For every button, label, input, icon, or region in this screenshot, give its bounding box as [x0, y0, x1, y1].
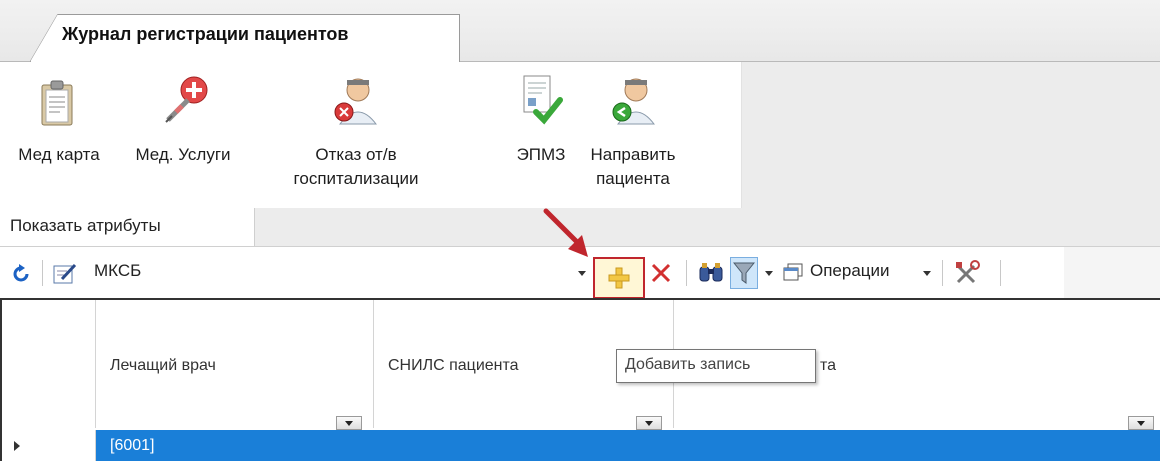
operations-icon [783, 263, 803, 281]
column-header-label: Лечащий врач [110, 357, 216, 374]
annotation-arrow [543, 208, 588, 257]
grid-row-header-column [2, 300, 96, 428]
doctor-cancel-icon [334, 78, 378, 125]
medical-services-label: Мед. Услуги [135, 145, 231, 164]
toolbar-separator [1000, 260, 1001, 286]
edit-icon[interactable] [52, 261, 78, 285]
toolbar-separator [942, 260, 943, 286]
refuse-hospitalization-label-1: Отказ от/в [315, 145, 397, 164]
column-filter-button[interactable] [1128, 416, 1154, 430]
toolbar-main [0, 247, 1064, 299]
add-record-tooltip: Добавить запись [616, 349, 816, 383]
delete-icon[interactable] [650, 262, 672, 284]
row-indicator [2, 430, 96, 461]
column-header-doctor[interactable]: Лечащий врач [96, 300, 374, 430]
refer-patient-label-2: пациента [596, 169, 670, 188]
epmz-button[interactable]: ЭПМЗ [508, 70, 574, 204]
plus-icon [608, 267, 630, 289]
epmz-label: ЭПМЗ [516, 145, 566, 164]
operations-dropdown-icon[interactable] [922, 270, 932, 278]
column-filter-button[interactable] [636, 416, 662, 430]
ribbon: Мед карта Мед. Услуги Отказ от/в госпита… [0, 62, 742, 208]
toolbar-separator [42, 260, 43, 286]
binoculars-icon[interactable] [698, 261, 724, 283]
column-header-label: СНИЛС пациента [388, 357, 519, 374]
refuse-hospitalization-button[interactable]: Отказ от/в госпитализации [286, 70, 426, 204]
tab-strip: Журнал регистрации пациентов [0, 0, 1160, 62]
tools-icon[interactable] [954, 260, 980, 286]
medical-card-label: Мед карта [18, 145, 100, 164]
medical-services-button[interactable]: Мед. Услуги [118, 70, 248, 204]
refer-patient-button[interactable]: Направить пациента [578, 70, 688, 204]
column-header-label: та [820, 357, 837, 374]
operations-menu[interactable]: Операции [810, 261, 890, 281]
patient-grid: Лечащий врач СНИЛС пациента та [6001] [0, 298, 1160, 461]
medical-card-button[interactable]: Мед карта [4, 70, 114, 204]
table-row[interactable]: [6001] [2, 430, 1160, 461]
dataset-selector-value[interactable]: МКСБ [94, 261, 141, 281]
dropdown-arrow-icon[interactable] [577, 270, 587, 278]
filter-icon [733, 262, 755, 284]
tab-label: Журнал регистрации пациентов [62, 24, 349, 44]
column-filter-button[interactable] [336, 416, 362, 430]
group-row-label: [6001] [110, 437, 155, 454]
show-attributes-tab[interactable]: Показать атрибуты [0, 208, 255, 246]
syringe-icon [165, 76, 208, 123]
show-attributes-label: Показать атрибуты [10, 216, 161, 235]
tooltip-text: Добавить запись [625, 356, 751, 373]
ribbon-empty-area [742, 62, 1160, 208]
doctor-forward-icon [612, 78, 656, 125]
refuse-hospitalization-label-2: госпитализации [293, 169, 419, 188]
refresh-icon[interactable] [10, 263, 32, 285]
clipboard-icon [41, 80, 73, 126]
document-check-icon [523, 75, 563, 125]
toolbar-separator [686, 260, 687, 286]
refer-patient-label-1: Направить [590, 145, 676, 164]
filter-dropdown-icon[interactable] [764, 270, 774, 278]
